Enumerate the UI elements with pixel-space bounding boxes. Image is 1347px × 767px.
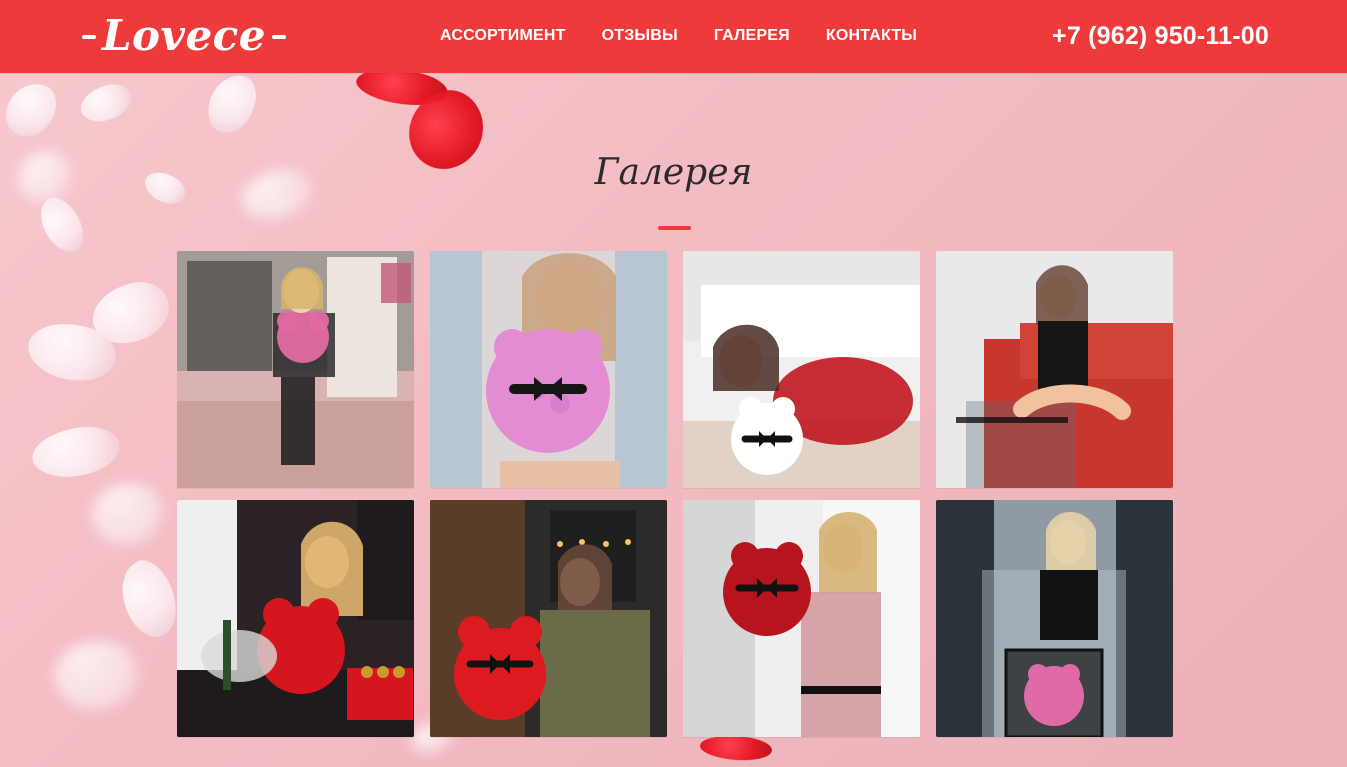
gallery-photo-icon — [177, 500, 414, 737]
nav-link-gallery[interactable]: ГАЛЕРЕЯ — [714, 24, 790, 48]
gallery-photo-5[interactable] — [177, 500, 414, 737]
gallery-photo-icon — [936, 251, 1173, 488]
gallery-photo-icon — [177, 251, 414, 488]
gallery-photo-8[interactable] — [936, 500, 1173, 737]
petal-decoration — [76, 79, 136, 127]
logo-text: Lovece — [102, 10, 266, 60]
gallery-photo-3[interactable] — [683, 251, 920, 488]
gallery-grid — [177, 251, 1173, 737]
gallery-photo-icon — [683, 251, 920, 488]
gallery-title-underline — [658, 226, 691, 230]
gallery-photo-4[interactable] — [936, 251, 1173, 488]
brand-logo[interactable]: Lovece — [82, 10, 286, 60]
nav-link-contacts[interactable]: КОНТАКТЫ — [826, 24, 917, 48]
gallery-section-title: Галерея — [594, 152, 753, 193]
gallery-photo-7[interactable] — [683, 500, 920, 737]
gallery-photo-6[interactable] — [430, 500, 667, 737]
gallery-photo-icon — [683, 500, 920, 737]
logo-dash-right — [271, 35, 286, 39]
petal-decoration — [201, 68, 263, 140]
gallery-photo-icon — [430, 251, 667, 488]
petal-decoration — [29, 423, 123, 481]
gallery-photo-icon — [430, 500, 667, 737]
gallery-photo-2[interactable] — [430, 251, 667, 488]
petal-decoration — [48, 633, 144, 717]
nav-link-reviews[interactable]: ОТЗЫВЫ — [602, 24, 678, 48]
nav-link-assortment[interactable]: АССОРТИМЕНТ — [440, 24, 566, 48]
top-navigation-bar: Lovece АССОРТИМЕНТ ОТЗЫВЫ ГАЛЕРЕЯ КОНТАК… — [0, 0, 1347, 73]
petal-decoration — [0, 74, 64, 146]
petal-decoration — [85, 474, 169, 554]
main-nav: АССОРТИМЕНТ ОТЗЫВЫ ГАЛЕРЕЯ КОНТАКТЫ — [440, 24, 917, 48]
logo-dash-left — [82, 35, 96, 39]
phone-number[interactable]: +7 (962) 950-11-00 — [1052, 20, 1269, 52]
gallery-photo-1[interactable] — [177, 251, 414, 488]
red-petal-decoration — [698, 732, 774, 764]
gallery-photo-icon — [936, 500, 1173, 737]
